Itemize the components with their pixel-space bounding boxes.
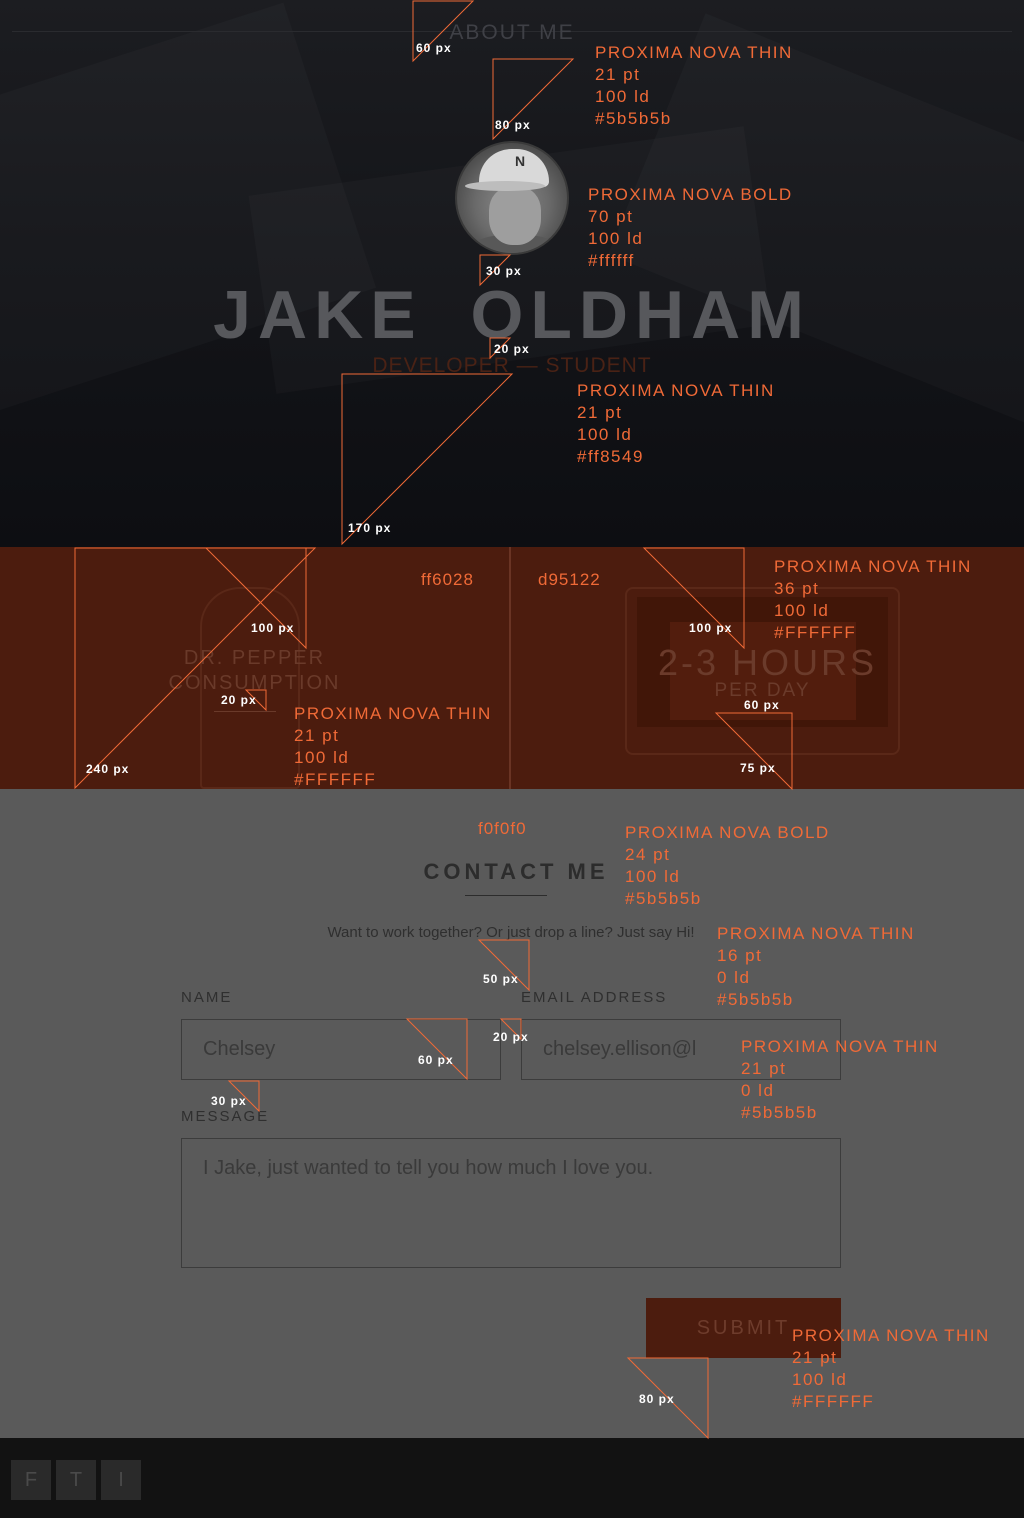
cap-logo: N (515, 153, 526, 169)
name-label: NAME (181, 989, 233, 1006)
facebook-icon[interactable]: F (11, 1460, 51, 1500)
spec-stat-label: PROXIMA NOVA THIN 21 pt 100 ld #FFFFFF (294, 704, 492, 789)
measure-label: 80 px (639, 1392, 675, 1406)
measure-label: 240 px (86, 762, 130, 776)
measure-label: 20 px (493, 1030, 529, 1044)
measure-label: 100 px (251, 621, 295, 635)
stat-drpepper-label: DR. PEPPER CONSUMPTION (0, 646, 509, 696)
measure-label: 50 px (483, 972, 519, 986)
email-label: EMAIL ADDRESS (521, 989, 668, 1006)
spec-name: PROXIMA NOVA BOLD 70 pt 100 ld #ffffff (588, 185, 793, 270)
spec-submit: PROXIMA NOVA THIN 21 pt 100 ld #FFFFFF (792, 1326, 990, 1411)
avatar: N (455, 141, 569, 255)
spec-input: PROXIMA NOVA THIN 21 pt 0 ld #5b5b5b (741, 1037, 939, 1122)
measure-label: 80 px (495, 118, 531, 132)
message-field[interactable]: I Jake, just wanted to tell you how much… (181, 1138, 841, 1268)
color-note-left: ff6028 (421, 570, 474, 589)
message-label: MESSAGE (181, 1108, 270, 1125)
nav-about-me[interactable]: ABOUT ME (0, 21, 1024, 45)
color-note-right: d95122 (538, 570, 601, 589)
measure-label: 60 px (418, 1053, 454, 1067)
contact-title-rule (465, 895, 547, 896)
measure-label: 170 px (348, 521, 392, 535)
avatar-cap-brim (465, 181, 545, 191)
measure-label: 60 px (416, 41, 452, 55)
hero-role: DEVELOPER — STUDENT (372, 354, 652, 377)
footer: F T I (0, 1438, 1024, 1518)
measure-label: 30 px (486, 264, 522, 278)
spec-subtitle: PROXIMA NOVA THIN 16 pt 0 ld #5b5b5b (717, 924, 915, 1009)
measure-label: 75 px (740, 761, 776, 775)
measure-label: 60 px (744, 698, 780, 712)
spec-hours: PROXIMA NOVA THIN 36 pt 100 ld #FFFFFF (774, 557, 972, 642)
avatar-face (489, 187, 541, 245)
spec-role: PROXIMA NOVA THIN 21 pt 100 ld #ff8549 (577, 381, 775, 466)
stat-underline (214, 711, 276, 712)
stat-label-line1: DR. PEPPER (183, 647, 326, 669)
twitter-icon[interactable]: T (56, 1460, 96, 1500)
contact-title: CONTACT ME (423, 859, 609, 884)
measure-label: 100 px (689, 621, 733, 635)
measure-label: 30 px (211, 1094, 247, 1108)
spec-about: PROXIMA NOVA THIN 21 pt 100 ld #5b5b5b (595, 43, 793, 128)
stat-hours-value: 2-3 HOURS (657, 642, 878, 683)
color-note-contact: f0f0f0 (478, 819, 527, 838)
measure-label: 20 px (221, 693, 257, 707)
spec-contact-title: PROXIMA NOVA BOLD 24 pt 100 ld #5b5b5b (625, 823, 830, 908)
name-field[interactable] (181, 1019, 501, 1080)
instagram-icon[interactable]: I (101, 1460, 141, 1500)
measure-label: 20 px (494, 342, 530, 356)
